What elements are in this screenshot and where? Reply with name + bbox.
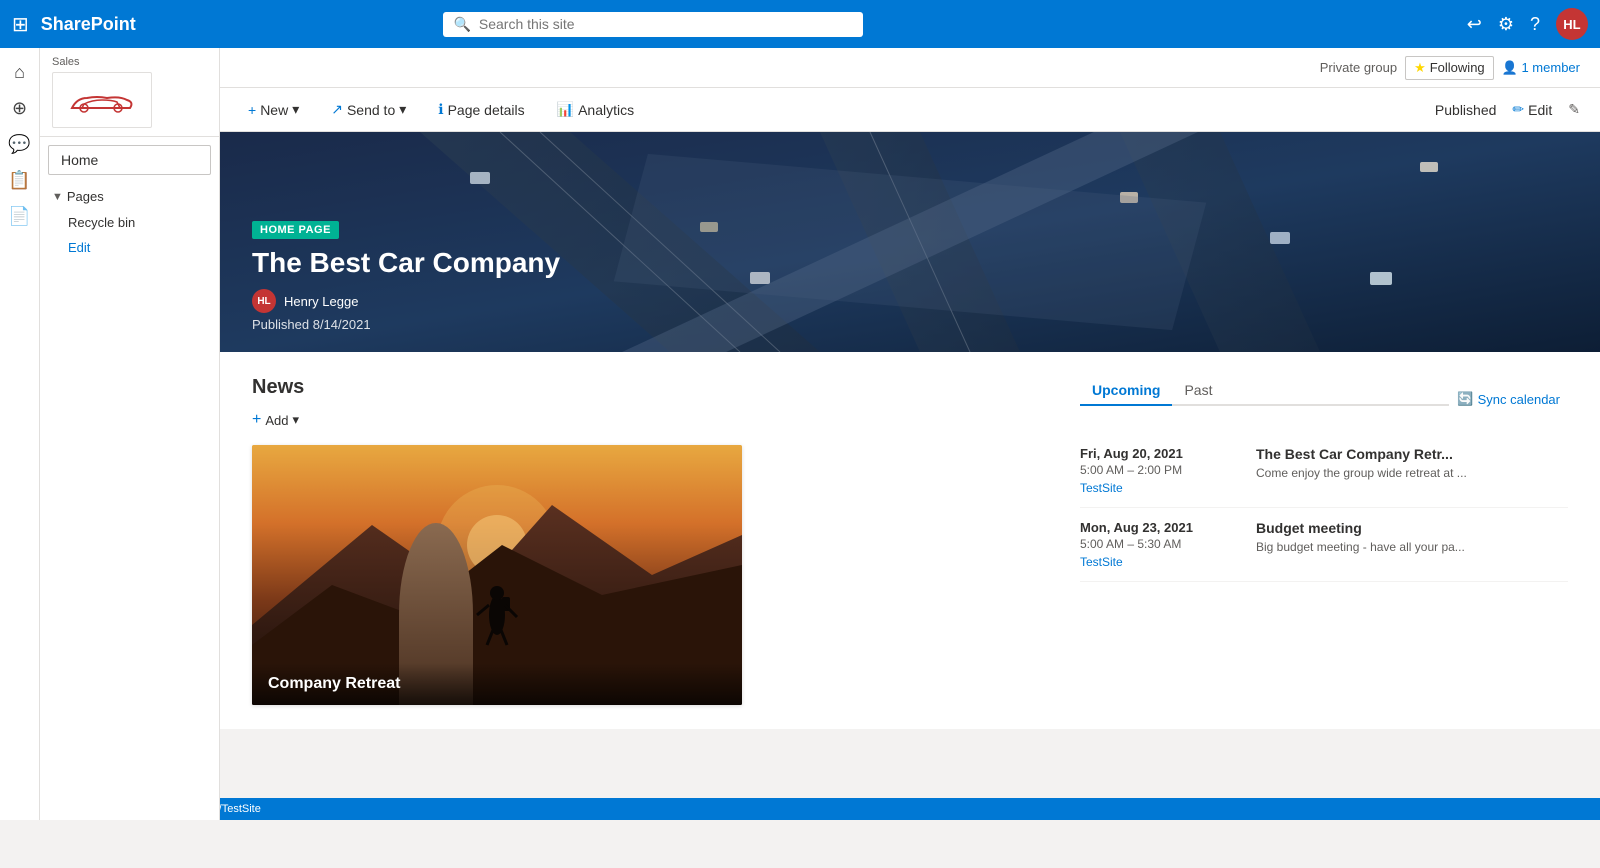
past-tab[interactable]: Past: [1172, 376, 1224, 406]
new-button[interactable]: + New ▾: [240, 97, 307, 122]
following-label: Following: [1430, 60, 1485, 75]
nav-pages-header[interactable]: ▼ Pages: [40, 183, 219, 210]
news-card[interactable]: Company Retreat: [252, 445, 742, 705]
top-right-icons: ↩ ⚙ ? HL: [1467, 8, 1588, 40]
brand-label: SharePoint: [41, 14, 136, 35]
private-group-text: Private group: [1320, 60, 1397, 75]
upcoming-tab[interactable]: Upcoming: [1080, 376, 1172, 406]
home-page-badge: HOME PAGE: [252, 221, 339, 239]
published-badge: Published: [1435, 102, 1497, 118]
hero-section: HOME PAGE The Best Car Company HL Henry …: [220, 132, 1600, 352]
add-nav-icon[interactable]: ⊕: [4, 92, 36, 124]
page-details-button[interactable]: ℹ Page details: [430, 97, 532, 122]
event-detail-col-1: The Best Car Company Retr... Come enjoy …: [1256, 446, 1568, 495]
add-news-button[interactable]: + Add ▾: [252, 411, 1048, 429]
events-section: Upcoming Past 🔄 Sync calendar Fri, Aug 2…: [1048, 376, 1568, 705]
search-icon: 🔍: [453, 16, 470, 33]
event-site-link-1[interactable]: TestSite: [1080, 481, 1240, 495]
event-desc-2: Big budget meeting - have all your pa...: [1256, 540, 1568, 554]
news-section: News + Add ▾: [252, 376, 1048, 705]
site-logo: [52, 72, 152, 128]
details-icon: ℹ: [438, 101, 443, 118]
event-time-1: 5:00 AM – 2:00 PM: [1080, 463, 1240, 477]
user-avatar[interactable]: HL: [1556, 8, 1588, 40]
news-card-title: Company Retreat: [252, 663, 742, 705]
news-card-image: Company Retreat: [252, 445, 742, 705]
event-date-1: Fri, Aug 20, 2021: [1080, 446, 1240, 461]
send-to-button[interactable]: ↗ Send to ▾: [323, 97, 414, 122]
statusbar: https://citizenbuilders.sharepoint.com/s…: [0, 798, 1600, 820]
left-nav: Sales Home ▼ Pages Recycle bin Edit: [40, 48, 220, 820]
hero-published-date: Published 8/14/2021: [252, 317, 1568, 332]
page-action-bar: + New ▾ ↗ Send to ▾ ℹ Page details 📊 Ana…: [220, 88, 1600, 132]
back-icon[interactable]: ↩: [1467, 14, 1482, 35]
site-header-right: Private group ★ Following 👤 1 member: [1320, 56, 1580, 80]
pages-nav-icon[interactable]: 📄: [4, 200, 36, 232]
events-tabs: Upcoming Past: [1080, 376, 1449, 406]
nav-home[interactable]: Home: [48, 145, 211, 175]
event-desc-1: Come enjoy the group wide retreat at ...: [1256, 466, 1568, 480]
event-item-1: Fri, Aug 20, 2021 5:00 AM – 2:00 PM Test…: [1080, 434, 1568, 508]
sendto-chevron-icon: ▾: [399, 101, 406, 118]
following-button[interactable]: ★ Following: [1405, 56, 1494, 80]
event-date-col-1: Fri, Aug 20, 2021 5:00 AM – 2:00 PM Test…: [1080, 446, 1240, 495]
pages-chevron-icon: ▼: [52, 191, 63, 203]
home-nav-icon[interactable]: ⌂: [4, 56, 36, 88]
sync-icon: 🔄: [1457, 391, 1473, 407]
page-options-icon[interactable]: ✎: [1568, 101, 1580, 118]
analytics-button[interactable]: 📊 Analytics: [549, 97, 642, 122]
site-logo-area: Sales: [40, 48, 219, 137]
search-box: 🔍: [443, 12, 863, 37]
hero-author: HL Henry Legge: [252, 289, 1568, 313]
author-name: Henry Legge: [284, 294, 358, 309]
settings-icon[interactable]: ⚙: [1498, 14, 1514, 35]
main-content: Private group ★ Following 👤 1 member + N…: [220, 48, 1600, 820]
new-chevron-icon: ▾: [292, 101, 299, 118]
waffle-icon[interactable]: ⊞: [12, 12, 29, 37]
hero-title: The Best Car Company: [252, 247, 1568, 279]
event-time-2: 5:00 AM – 5:30 AM: [1080, 537, 1240, 551]
edit-button[interactable]: ✏ Edit: [1504, 97, 1560, 122]
star-icon: ★: [1414, 60, 1426, 76]
edit-pencil-icon: ✏: [1512, 101, 1524, 118]
author-avatar: HL: [252, 289, 276, 313]
events-header: Upcoming Past 🔄 Sync calendar: [1080, 376, 1568, 422]
left-icon-bar: ⌂ ⊕ 💬 📋 📄: [0, 48, 40, 820]
event-date-col-2: Mon, Aug 23, 2021 5:00 AM – 5:30 AM Test…: [1080, 520, 1240, 569]
add-plus-icon: +: [252, 411, 261, 429]
nav-recycle-bin[interactable]: Recycle bin: [40, 210, 219, 235]
page-action-right: Published ✏ Edit ✎: [1435, 97, 1580, 122]
help-icon[interactable]: ?: [1530, 14, 1540, 35]
search-input[interactable]: [479, 16, 854, 32]
members-link[interactable]: 👤 1 member: [1502, 60, 1580, 76]
content-area: News + Add ▾: [220, 352, 1600, 729]
event-detail-col-2: Budget meeting Big budget meeting - have…: [1256, 520, 1568, 569]
event-date-2: Mon, Aug 23, 2021: [1080, 520, 1240, 535]
nav-edit[interactable]: Edit: [40, 235, 219, 260]
event-item-2: Mon, Aug 23, 2021 5:00 AM – 5:30 AM Test…: [1080, 508, 1568, 582]
event-title-2[interactable]: Budget meeting: [1256, 520, 1568, 536]
sync-calendar-button[interactable]: 🔄 Sync calendar: [1449, 387, 1568, 411]
new-icon: +: [248, 102, 256, 118]
site-name: Sales: [52, 56, 80, 68]
site-header-bar: Private group ★ Following 👤 1 member: [220, 48, 1600, 88]
event-title-1[interactable]: The Best Car Company Retr...: [1256, 446, 1568, 462]
send-icon: ↗: [331, 101, 343, 118]
activity-nav-icon[interactable]: 💬: [4, 128, 36, 160]
event-site-link-2[interactable]: TestSite: [1080, 555, 1240, 569]
pages-label: Pages: [67, 189, 104, 204]
hero-overlay: HOME PAGE The Best Car Company HL Henry …: [220, 200, 1600, 352]
learn-nav-icon[interactable]: 📋: [4, 164, 36, 196]
analytics-icon: 📊: [557, 101, 574, 118]
add-chevron-icon: ▾: [292, 412, 299, 428]
topbar: ⊞ SharePoint 🔍 ↩ ⚙ ? HL: [0, 0, 1600, 48]
news-title: News: [252, 376, 1048, 399]
